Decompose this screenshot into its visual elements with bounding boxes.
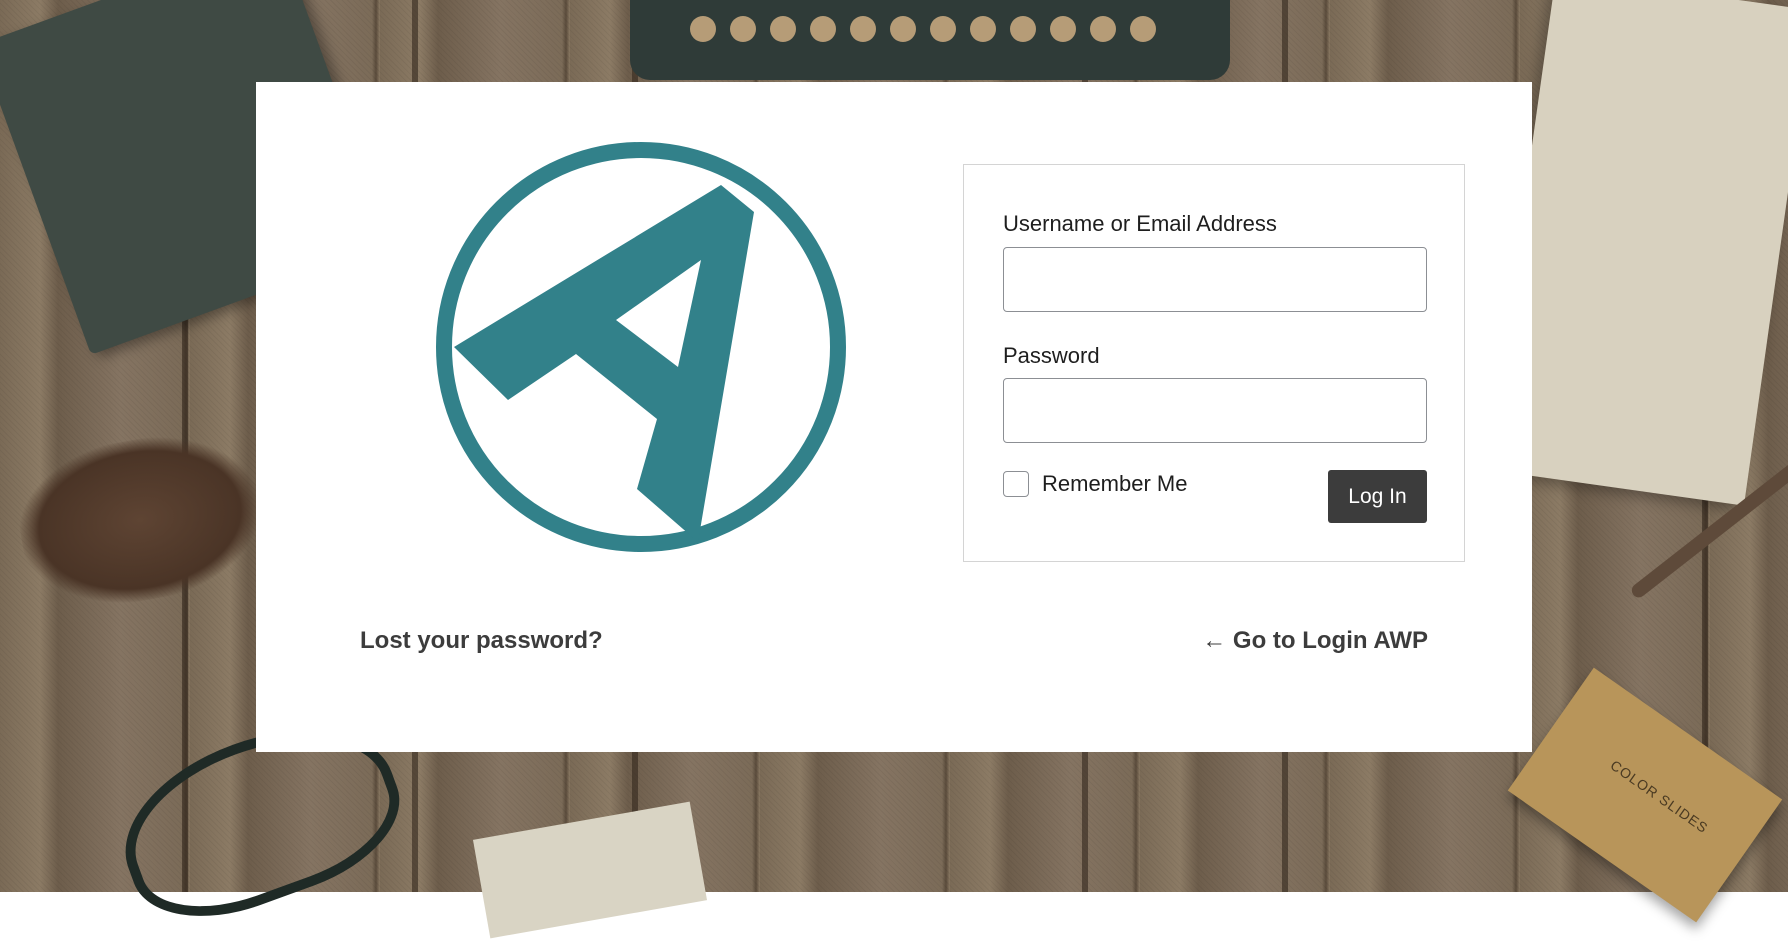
slides-box-text: COLOR SLIDES xyxy=(1607,756,1712,837)
background-typewriter xyxy=(630,0,1230,80)
username-input[interactable] xyxy=(1003,247,1427,312)
username-label: Username or Email Address xyxy=(1003,211,1277,236)
log-in-button[interactable]: Log In xyxy=(1328,470,1427,523)
login-form: Username or Email Address Password Remem… xyxy=(963,164,1465,562)
password-input[interactable] xyxy=(1003,378,1427,443)
go-to-site-link[interactable]: ← Go to Login AWP xyxy=(1202,627,1428,655)
login-card: Username or Email Address Password Remem… xyxy=(256,82,1532,752)
remember-me-label[interactable]: Remember Me xyxy=(1042,471,1187,497)
remember-me[interactable]: Remember Me xyxy=(1003,471,1187,497)
remember-me-checkbox[interactable] xyxy=(1003,471,1029,497)
background-pinecone xyxy=(7,420,273,620)
lost-password-link[interactable]: Lost your password? xyxy=(360,627,603,655)
background-slides-box: COLOR SLIDES xyxy=(1507,667,1783,923)
background-paper xyxy=(472,801,708,939)
password-label: Password xyxy=(1003,343,1100,368)
site-logo[interactable] xyxy=(436,142,846,552)
